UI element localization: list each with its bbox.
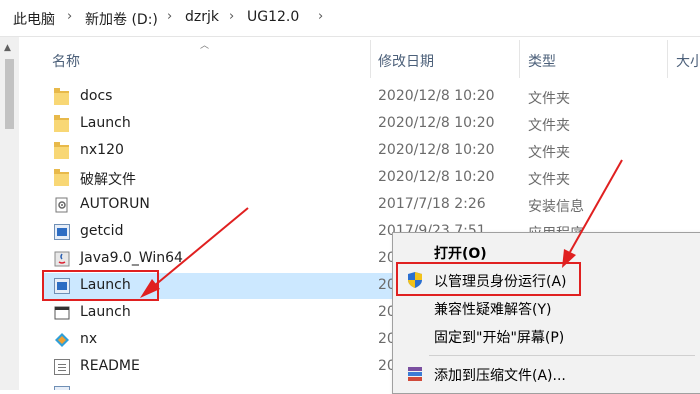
annotation-arrowhead	[140, 279, 160, 298]
annotation-arrow	[153, 207, 249, 287]
annotation-arrow	[569, 159, 623, 253]
annotation-arrows	[140, 159, 623, 298]
annotation-arrowhead	[562, 249, 576, 268]
